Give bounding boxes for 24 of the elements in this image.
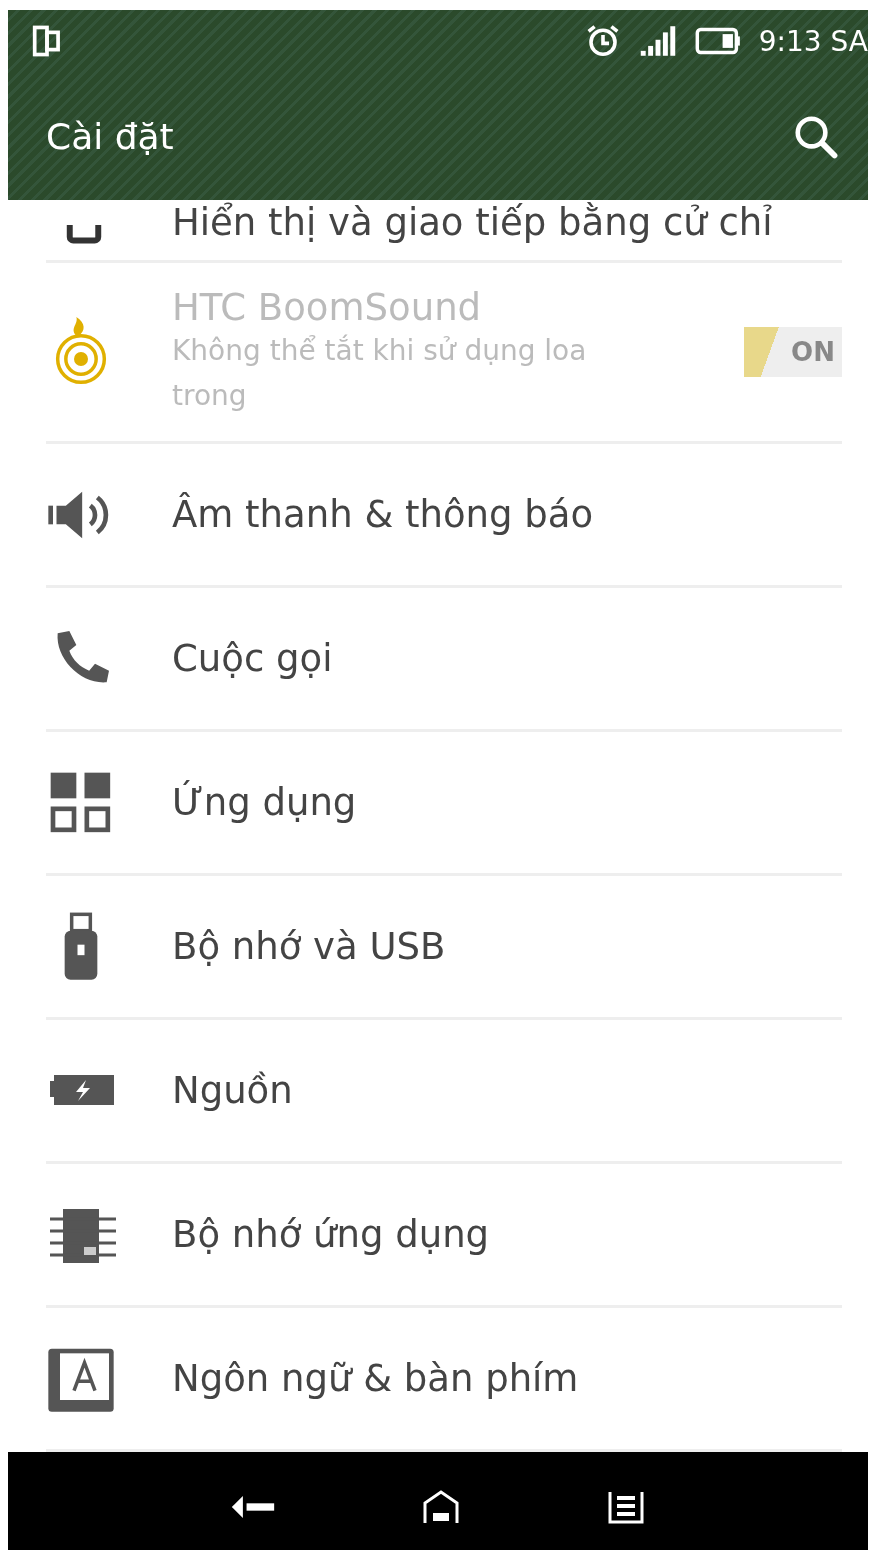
settings-row[interactable]: Nguồn (46, 1020, 842, 1164)
settings-row[interactable]: Bộ nhớ và USB (46, 876, 842, 1020)
signal-icon (638, 25, 677, 57)
home-icon[interactable] (421, 1489, 461, 1525)
setting-label: Âm thanh & thông báo (172, 493, 595, 536)
settings-row[interactable]: Bộ nhớ ứng dụng (46, 1164, 842, 1308)
setting-label: Hiển thị và giao tiếp bằng cử chỉ (172, 201, 774, 244)
setting-label: Cuộc gọi (172, 637, 334, 680)
settings-row[interactable]: Hiển thị và giao tiếp bằng cử chỉ (46, 200, 842, 263)
back-icon[interactable] (230, 1493, 277, 1521)
setting-label: Nguồn (172, 1069, 294, 1112)
setting-label: Ngôn ngữ & bàn phím (172, 1357, 580, 1400)
settings-row[interactable]: Âm thanh & thông báo (46, 444, 842, 588)
status-time: 9:13 SA (758, 24, 868, 58)
setting-label: HTC BoomSound (172, 285, 483, 329)
search-icon[interactable] (792, 113, 838, 159)
settings-row[interactable]: Ứng dụng (46, 732, 842, 876)
screen-title: Cài đặt (46, 115, 174, 157)
battery-icon (694, 27, 741, 55)
setting-label: Bộ nhớ ứng dụng (172, 1213, 491, 1256)
setting-label: Bộ nhớ và USB (172, 925, 447, 968)
setting-label: Ứng dụng (172, 781, 358, 824)
settings-row[interactable]: Cuộc gọi (46, 588, 842, 732)
setting-subtitle: Không thể tắt khi sử dụng loa trong (172, 332, 588, 414)
